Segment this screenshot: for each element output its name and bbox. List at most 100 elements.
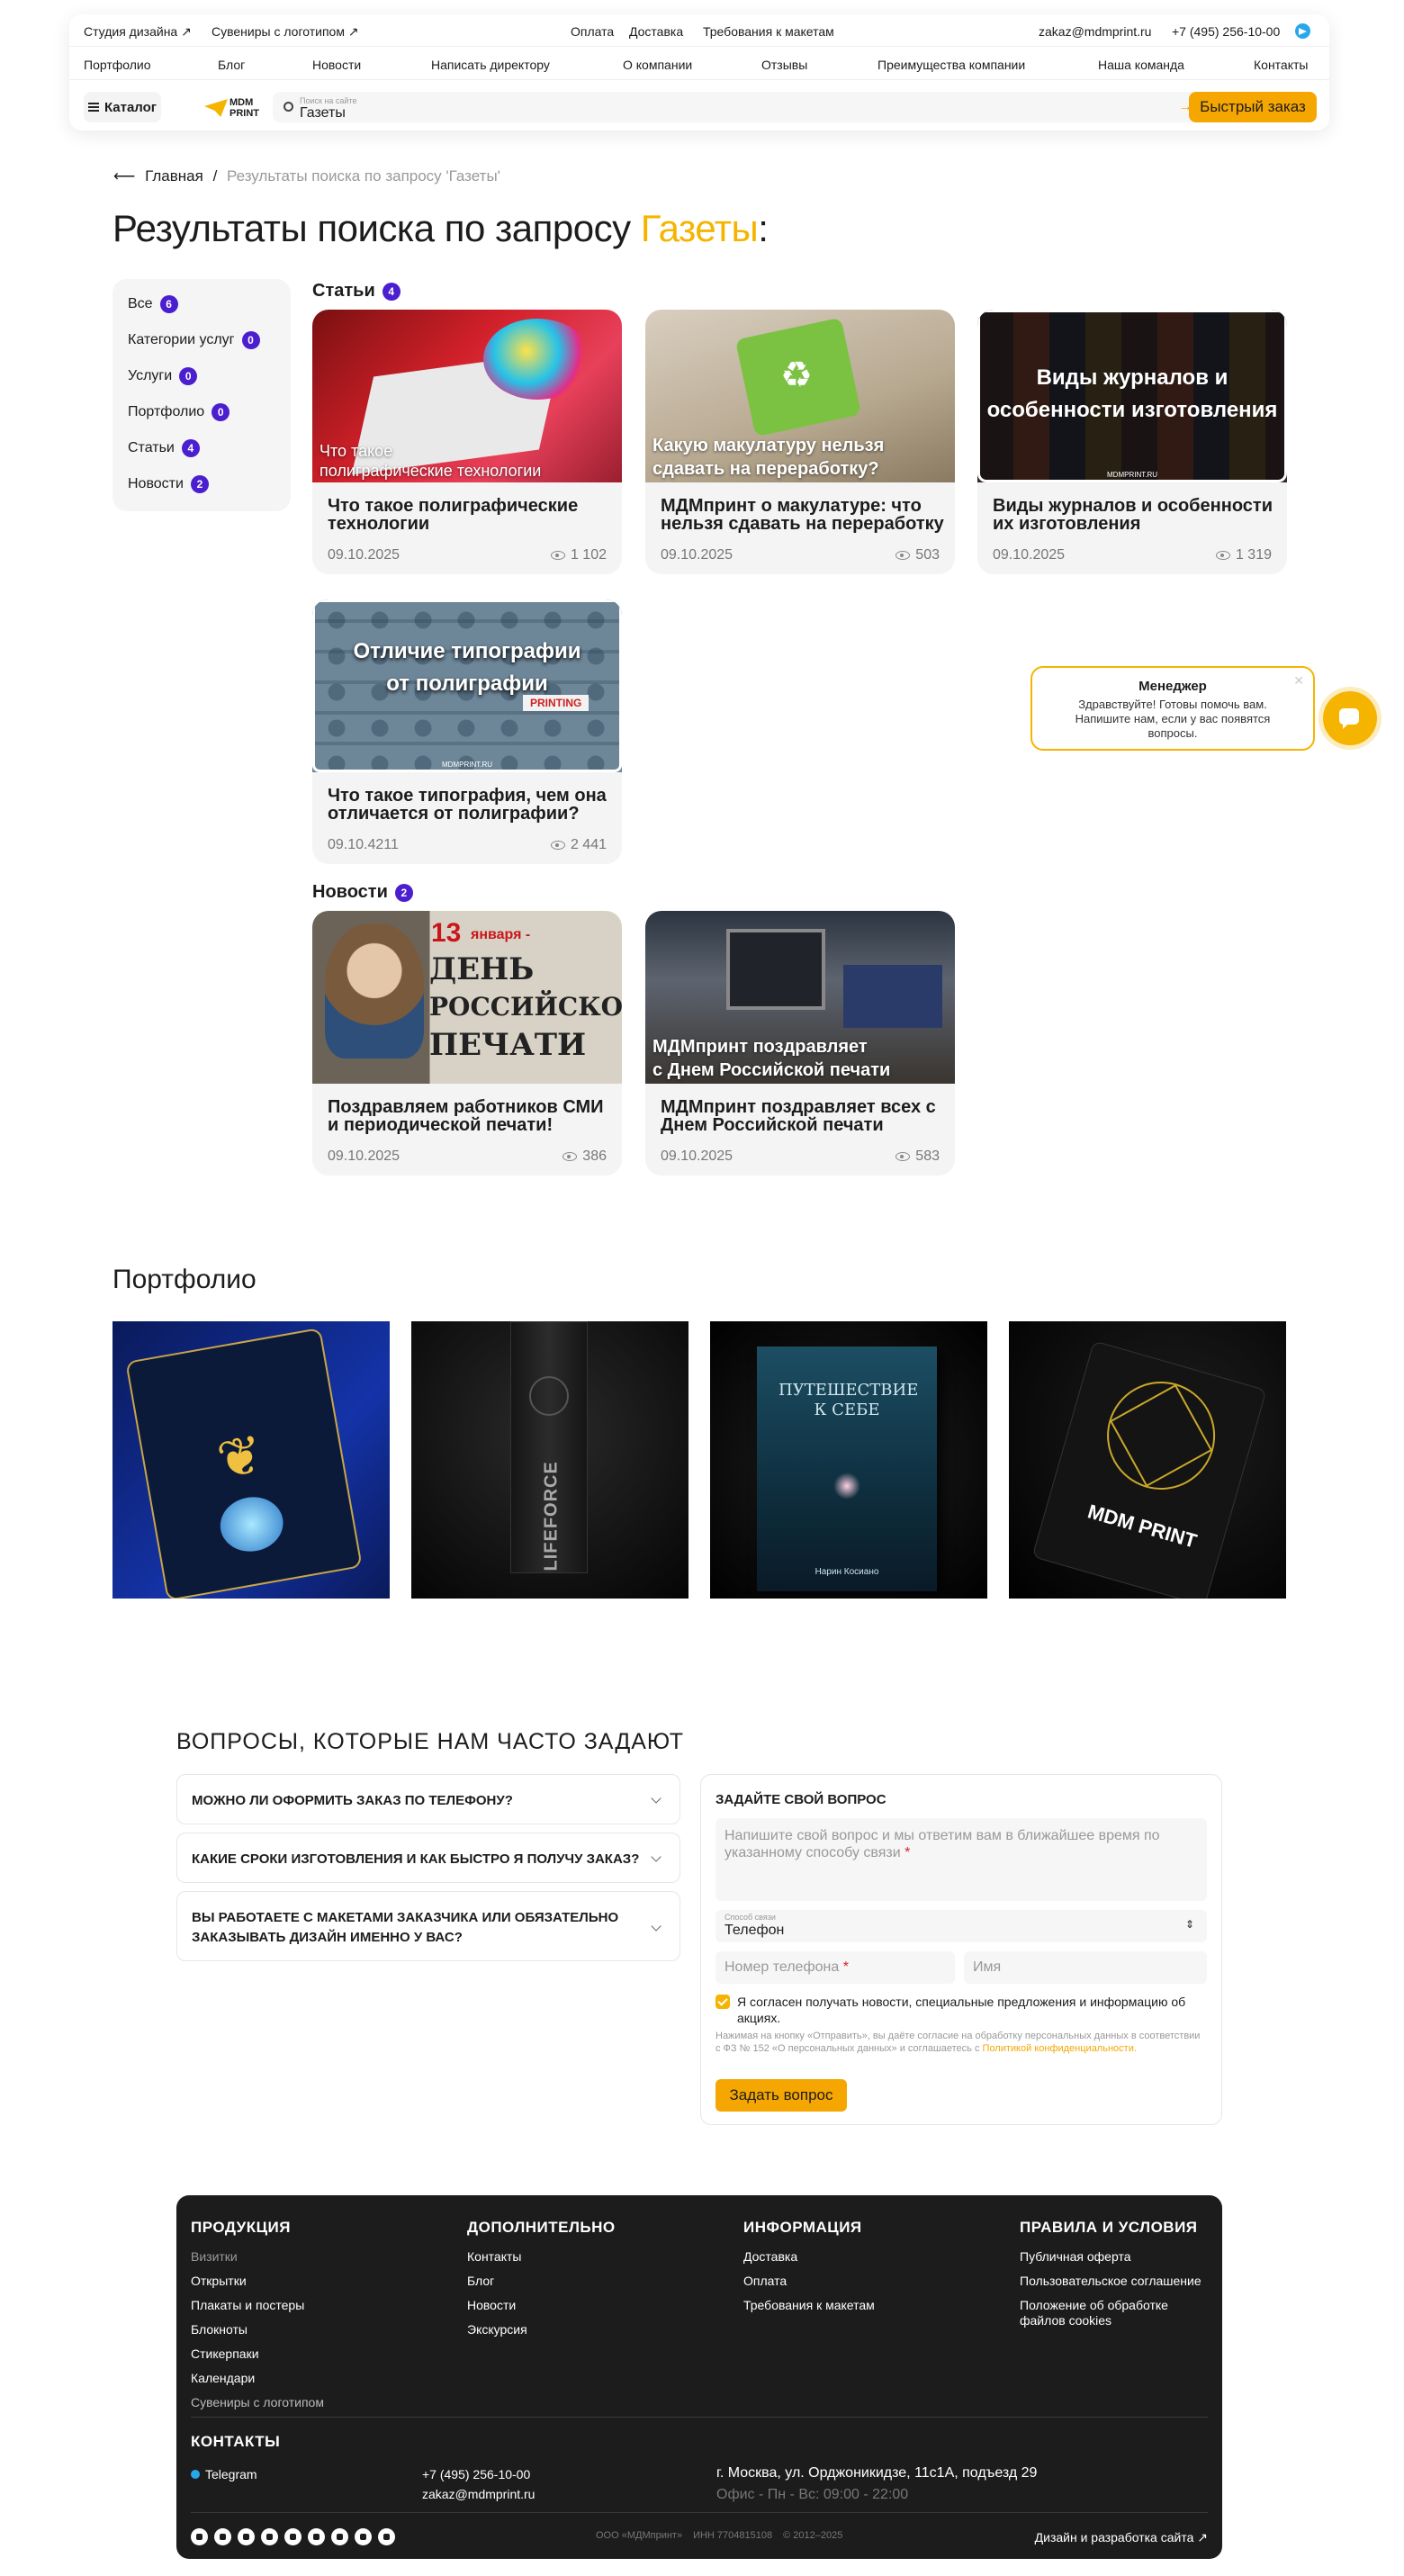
vk-icon[interactable] [214, 2528, 231, 2545]
footer-link[interactable]: Публичная оферта [1020, 2249, 1213, 2265]
catalog-button[interactable]: Каталог [84, 92, 161, 122]
filter-all[interactable]: Все 6 [128, 295, 178, 313]
faq-question: ВЫ РАБОТАЕТЕ С МАКЕТАМИ ЗАКАЗЧИКА ИЛИ ОБ… [192, 1910, 619, 1945]
watermark-site: MDMPRINT.RU [442, 761, 492, 769]
nav-write-director[interactable]: Написать директору [431, 58, 550, 72]
telegram-icon [191, 2470, 200, 2479]
payment-link[interactable]: Оплата [571, 24, 614, 39]
chevron-down-icon [651, 1851, 662, 1862]
privacy-link[interactable]: Политикой конфиденциальности. [983, 2043, 1137, 2054]
tiktok-icon[interactable] [331, 2528, 348, 2545]
footer-link[interactable]: Плакаты и постеры [191, 2298, 324, 2313]
filter-count-badge: 0 [179, 367, 198, 385]
portfolio-item[interactable]: ❦ [112, 1321, 390, 1599]
footer-link[interactable]: Визитки [191, 2249, 324, 2265]
nav-blog[interactable]: Блог [218, 58, 245, 72]
breadcrumb-separator: / [212, 167, 218, 185]
chevron-down-icon [651, 1793, 662, 1804]
footer-link[interactable]: Оплата [743, 2274, 875, 2289]
nav-portfolio[interactable]: Портфолио [84, 58, 151, 72]
header-email-link[interactable]: zakaz@mdmprint.ru [1039, 24, 1151, 39]
footer-link[interactable]: Положение об обработке файлов cookies [1020, 2298, 1213, 2328]
design-studio-link[interactable]: Студия дизайна ↗ [84, 24, 192, 40]
dribbble-icon[interactable] [378, 2528, 395, 2545]
footer-link[interactable]: Требования к макетам [743, 2298, 875, 2313]
developer-link[interactable]: Дизайн и разработка сайта ↗ [1035, 2530, 1208, 2545]
faq-question: МОЖНО ЛИ ОФОРМИТЬ ЗАКАЗ ПО ТЕЛЕФОНУ? [192, 1793, 513, 1808]
faq-item[interactable]: МОЖНО ЛИ ОФОРМИТЬ ЗАКАЗ ПО ТЕЛЕФОНУ? [176, 1774, 680, 1824]
news-overlay-month: января - [471, 927, 531, 942]
header-phone-link[interactable]: +7 (495) 256-10-00 [1172, 24, 1280, 39]
chat-icon[interactable] [1323, 691, 1377, 745]
rutube-icon[interactable] [261, 2528, 278, 2545]
footer-telegram-link[interactable]: Telegram [191, 2467, 257, 2481]
footer-link[interactable]: Доставка [743, 2249, 875, 2265]
submit-question-button[interactable]: Задать вопрос [716, 2079, 847, 2112]
nav-news[interactable]: Новости [312, 58, 361, 72]
question-textarea[interactable]: Напишите свой вопрос и мы ответим вам в … [716, 1818, 1207, 1901]
article-card[interactable]: ♻ Какую макулатуру нельзя сдавать на пер… [645, 310, 955, 574]
filter-services[interactable]: Услуги 0 [128, 367, 198, 385]
footer-email[interactable]: zakaz@mdmprint.ru [422, 2487, 535, 2501]
logo[interactable]: MDM PRINT [204, 95, 260, 121]
nav-reviews[interactable]: Отзывы [761, 58, 807, 72]
pinterest-icon[interactable] [308, 2528, 325, 2545]
portfolio-title: Портфолио [112, 1265, 256, 1294]
footer-link[interactable]: Контакты [467, 2249, 616, 2265]
faq-item[interactable]: ВЫ РАБОТАЕТЕ С МАКЕТАМИ ЗАКАЗЧИКА ИЛИ ОБ… [176, 1891, 680, 1961]
filter-label: Услуги [128, 368, 173, 383]
nav-advantages[interactable]: Преимущества компании [878, 58, 1025, 72]
delivery-link[interactable]: Доставка [629, 24, 683, 39]
views-count: 503 [915, 547, 940, 563]
manager-popup[interactable]: ✕ Менеджер Здравствуйте! Готовы помочь в… [1030, 666, 1315, 751]
news-card[interactable]: 13 января - день российской печати Поздр… [312, 911, 622, 1175]
filter-service-categories[interactable]: Категории услуг 0 [128, 331, 260, 349]
footer-link[interactable]: Пользовательское соглашение [1020, 2274, 1213, 2289]
footer-link[interactable]: Стикерпаки [191, 2346, 324, 2362]
nav-contacts[interactable]: Контакты [1254, 58, 1308, 72]
faq-title: ВОПРОСЫ, КОТОРЫЕ НАМ ЧАСТО ЗАДАЮТ [176, 1729, 685, 1754]
quick-order-button[interactable]: Быстрый заказ [1189, 92, 1317, 122]
news-card[interactable]: МДМпринт поздравляет с Днем Российской п… [645, 911, 955, 1175]
requirements-link[interactable]: Требования к макетам [703, 24, 834, 39]
article-card[interactable]: Виды журналов и особенности изготовления… [977, 310, 1287, 574]
behance-icon[interactable] [355, 2528, 372, 2545]
filter-articles[interactable]: Статьи 4 [128, 439, 200, 457]
footer-link[interactable]: Календари [191, 2371, 324, 2386]
telegram-social-icon[interactable] [191, 2528, 208, 2545]
article-card[interactable]: Отличие типографии от полиграфии PRINTIN… [312, 599, 622, 864]
article-overlay: Какую макулатуру нельзя сдавать на перер… [652, 436, 885, 479]
results-filter: Все 6 Категории услуг 0 Услуги 0 Портфолио 0… [112, 279, 291, 511]
youtube-icon[interactable] [238, 2528, 255, 2545]
footer-link[interactable]: Экскурсия [467, 2322, 616, 2337]
breadcrumb-home[interactable]: Главная [145, 167, 203, 185]
nav-about[interactable]: О компании [623, 58, 692, 72]
notebook: MDM PRINT [1031, 1340, 1267, 1599]
search-input[interactable]: Поиск на сайте Газеты → [273, 92, 1205, 122]
telegram-icon[interactable] [1295, 23, 1310, 39]
consent-checkbox[interactable] [716, 1995, 730, 2009]
name-input[interactable]: Имя [964, 1951, 1207, 1984]
portfolio-item[interactable]: ПУТЕШЕСТВИЕ К СЕБЕ Нарин Косиано [710, 1321, 987, 1599]
contact-method-select[interactable]: Способ связи Телефон ⇕ [716, 1910, 1207, 1942]
phone-input[interactable]: Номер телефона * [716, 1951, 955, 1984]
souvenirs-link[interactable]: Сувениры с логотипом ↗ [212, 24, 359, 40]
footer-link[interactable]: Сувениры с логотипом [191, 2395, 324, 2410]
portfolio-item[interactable]: LIFEFORCE [411, 1321, 688, 1599]
dzen-icon[interactable] [284, 2528, 302, 2545]
filter-news[interactable]: Новости 2 [128, 475, 209, 493]
footer-link[interactable]: Новости [467, 2298, 616, 2313]
footer-link[interactable]: Блог [467, 2274, 616, 2289]
nav-team[interactable]: Наша команда [1098, 58, 1184, 72]
footer-legal: ООО «МДМпринт» ИНН 7704815108 © 2012–2025 [596, 2530, 842, 2541]
footer-phone[interactable]: +7 (495) 256-10-00 [422, 2467, 530, 2481]
faq-item[interactable]: КАКИЕ СРОКИ ИЗГОТОВЛЕНИЯ И КАК БЫСТРО Я … [176, 1833, 680, 1883]
back-arrow-icon[interactable]: ⟵ [113, 167, 135, 185]
footer-link[interactable]: Открытки [191, 2274, 324, 2289]
footer-link[interactable]: Блокноты [191, 2322, 324, 2337]
portfolio-item[interactable]: MDM PRINT [1009, 1321, 1286, 1599]
filter-portfolio[interactable]: Портфолио 0 [128, 403, 230, 421]
company-inn: ИНН 7704815108 [693, 2530, 773, 2541]
article-card[interactable]: Что такое полиграфические технологии Что… [312, 310, 622, 574]
close-icon[interactable]: ✕ [1293, 673, 1304, 689]
